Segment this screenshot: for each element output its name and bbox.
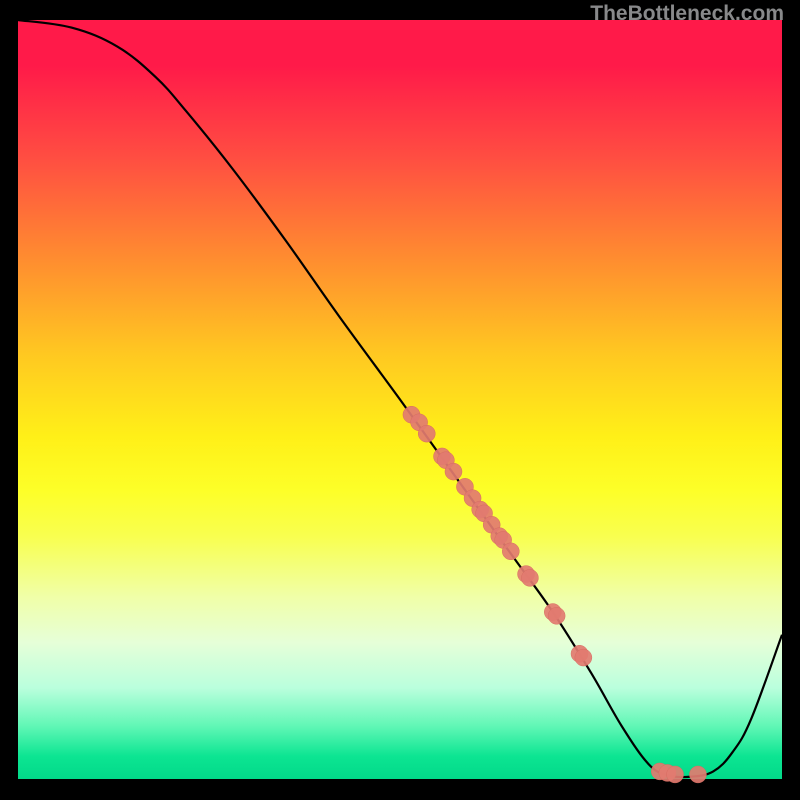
data-point [667, 766, 684, 783]
watermark-text: TheBottleneck.com [590, 2, 784, 26]
bottleneck-curve [18, 20, 782, 777]
data-point [575, 649, 592, 666]
data-point [521, 569, 538, 586]
chart-container: TheBottleneck.com [0, 0, 800, 800]
chart-svg [18, 20, 782, 779]
data-points-group [403, 406, 707, 783]
data-point [689, 766, 706, 783]
plot-area [18, 20, 782, 782]
data-point [548, 607, 565, 624]
data-point [445, 463, 462, 480]
data-point [418, 425, 435, 442]
data-point [502, 543, 519, 560]
